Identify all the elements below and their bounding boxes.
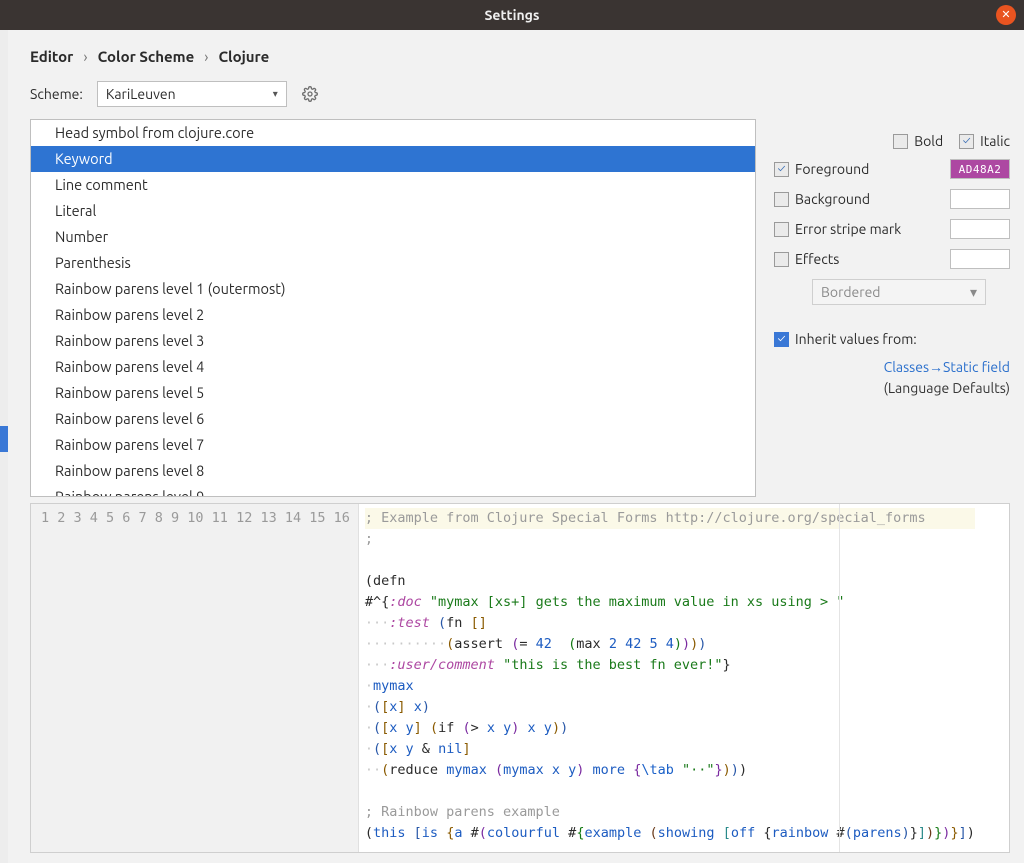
error-stripe-checkbox[interactable]: [774, 222, 789, 237]
scheme-label: Scheme:: [30, 86, 83, 102]
right-margin: [839, 504, 840, 852]
effects-label: Effects: [795, 251, 950, 267]
italic-checkbox[interactable]: [959, 134, 974, 149]
code-text: ; Example from Clojure Special Forms htt…: [365, 510, 926, 526]
breadcrumb-editor[interactable]: Editor: [30, 48, 73, 65]
chevron-down-icon: ▾: [273, 88, 278, 100]
list-item[interactable]: Number: [31, 224, 755, 250]
scheme-value: KariLeuven: [106, 86, 176, 102]
left-gutter: [0, 30, 8, 863]
background-row: Background: [774, 189, 1010, 209]
list-item[interactable]: Parenthesis: [31, 250, 755, 276]
list-item[interactable]: Rainbow parens level 6: [31, 406, 755, 432]
left-accent: [0, 426, 8, 452]
titlebar: Settings ✕: [0, 0, 1024, 30]
list-item[interactable]: Literal: [31, 198, 755, 224]
effects-swatch[interactable]: [950, 249, 1010, 269]
breadcrumb-colorscheme[interactable]: Color Scheme: [98, 48, 195, 65]
attribute-list[interactable]: Head symbol from clojure.core Keyword Li…: [30, 119, 756, 497]
list-item[interactable]: Keyword: [31, 146, 755, 172]
italic-label: Italic: [980, 133, 1010, 149]
background-checkbox[interactable]: [774, 192, 789, 207]
inherit-block: Inherit values from: Classes→Static fiel…: [774, 331, 1010, 399]
foreground-label: Foreground: [795, 161, 950, 177]
foreground-swatch[interactable]: AD48A2: [950, 159, 1010, 179]
breadcrumb-clojure: Clojure: [218, 48, 269, 65]
list-item[interactable]: Rainbow parens level 5: [31, 380, 755, 406]
font-style-row: Bold Italic: [774, 133, 1010, 149]
foreground-checkbox[interactable]: [774, 162, 789, 177]
list-item[interactable]: Rainbow parens level 1 (outermost): [31, 276, 755, 302]
effects-row: Effects: [774, 249, 1010, 269]
effects-type-select[interactable]: Bordered ▾: [812, 279, 986, 305]
background-swatch[interactable]: [950, 189, 1010, 209]
list-item[interactable]: Rainbow parens level 8: [31, 458, 755, 484]
foreground-row: Foreground AD48A2: [774, 159, 1010, 179]
list-item[interactable]: Rainbow parens level 4: [31, 354, 755, 380]
error-stripe-swatch[interactable]: [950, 219, 1010, 239]
inherit-sub: (Language Defaults): [883, 380, 1010, 396]
property-panel: Bold Italic Foreground AD48A2 Background…: [774, 119, 1010, 497]
scheme-row: Scheme: KariLeuven ▾: [30, 81, 1010, 107]
code-area[interactable]: ; Example from Clojure Special Forms htt…: [359, 504, 975, 852]
window-title: Settings: [0, 7, 1024, 23]
gear-icon[interactable]: [301, 85, 319, 103]
inherit-link[interactable]: Classes→Static field: [884, 359, 1010, 375]
breadcrumb: Editor › Color Scheme › Clojure: [30, 48, 1010, 65]
effects-type-value: Bordered: [821, 284, 881, 300]
list-item[interactable]: Line comment: [31, 172, 755, 198]
list-item[interactable]: Rainbow parens level 2: [31, 302, 755, 328]
error-stripe-label: Error stripe mark: [795, 221, 950, 237]
list-item[interactable]: Rainbow parens level 7: [31, 432, 755, 458]
list-item[interactable]: Rainbow parens level 9: [31, 484, 755, 497]
bold-label: Bold: [914, 133, 943, 149]
scheme-select[interactable]: KariLeuven ▾: [97, 81, 287, 107]
line-gutter: 1 2 3 4 5 6 7 8 9 10 11 12 13 14 15 16: [31, 504, 359, 852]
breadcrumb-sep: ›: [204, 48, 208, 65]
error-stripe-row: Error stripe mark: [774, 219, 1010, 239]
background-label: Background: [795, 191, 950, 207]
inherit-checkbox[interactable]: [774, 332, 789, 347]
breadcrumb-sep: ›: [83, 48, 87, 65]
upper-split: Head symbol from clojure.core Keyword Li…: [30, 119, 1010, 497]
effects-checkbox[interactable]: [774, 252, 789, 267]
bold-checkbox[interactable]: [893, 134, 908, 149]
content: Editor › Color Scheme › Clojure Scheme: …: [0, 30, 1024, 863]
chevron-down-icon: ▾: [970, 284, 977, 301]
code-preview: 1 2 3 4 5 6 7 8 9 10 11 12 13 14 15 16 ;…: [30, 503, 1010, 853]
close-icon[interactable]: ✕: [996, 5, 1016, 25]
effects-type-row: Bordered ▾: [774, 279, 1010, 305]
list-item[interactable]: Rainbow parens level 3: [31, 328, 755, 354]
code-text: ;: [365, 531, 373, 547]
inherit-label: Inherit values from:: [795, 331, 917, 347]
list-item[interactable]: Head symbol from clojure.core: [31, 120, 755, 146]
main-panel: Editor › Color Scheme › Clojure Scheme: …: [8, 30, 1024, 863]
